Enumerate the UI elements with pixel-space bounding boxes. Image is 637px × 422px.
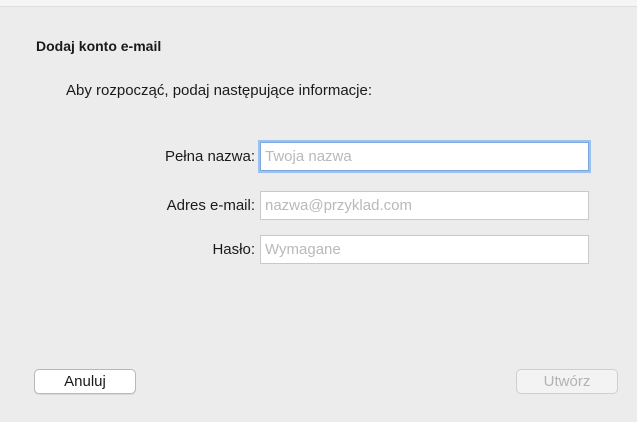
- full-name-input[interactable]: [260, 142, 589, 171]
- sheet-top-edge: [0, 0, 637, 7]
- add-email-account-dialog: Dodaj konto e-mail Aby rozpocząć, podaj …: [0, 0, 637, 422]
- full-name-label: Pełna nazwa:: [164, 148, 255, 165]
- email-label: Adres e-mail:: [166, 197, 255, 214]
- password-label: Hasło:: [212, 241, 255, 258]
- create-button[interactable]: Utwórz: [516, 369, 618, 394]
- dialog-subtitle: Aby rozpocząć, podaj następujące informa…: [66, 82, 373, 99]
- dialog-title: Dodaj konto e-mail: [36, 38, 162, 54]
- cancel-button[interactable]: Anuluj: [34, 369, 136, 394]
- password-input[interactable]: [260, 235, 589, 264]
- email-input[interactable]: [260, 191, 589, 220]
